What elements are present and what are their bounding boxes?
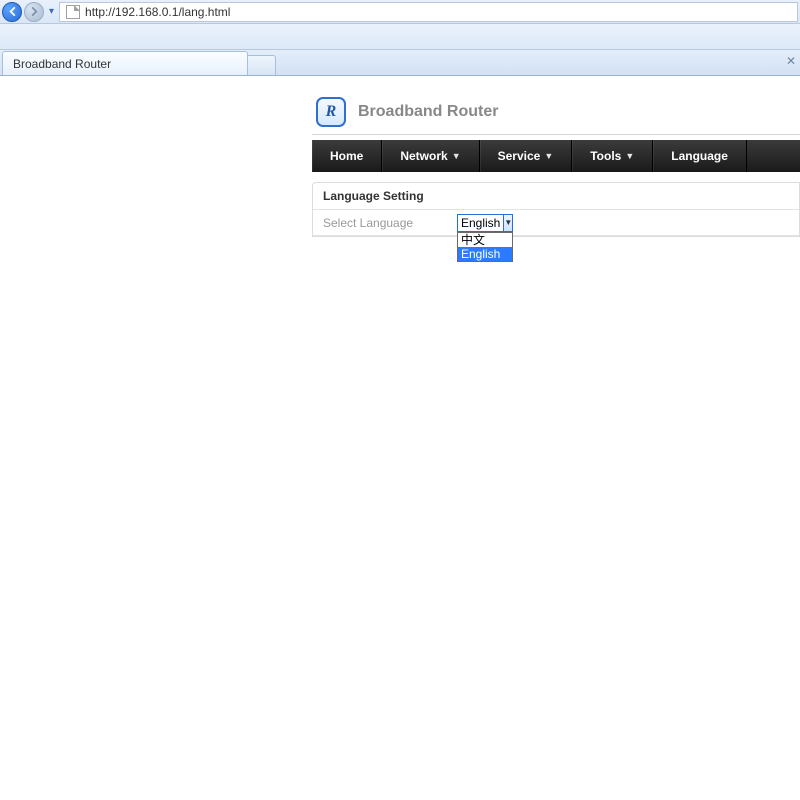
nav-tools[interactable]: Tools ▼ (572, 140, 653, 172)
nav-home-label: Home (330, 149, 363, 163)
language-option-zh[interactable]: 中文 (458, 233, 512, 247)
router-logo-letter: R (326, 103, 337, 121)
nav-language[interactable]: Language (653, 140, 747, 172)
router-logo: R (316, 97, 346, 127)
language-select-options: 中文 English (457, 232, 513, 262)
router-page: R Broadband Router Home Network ▼ Servic… (0, 76, 800, 138)
browser-toolbar: ▾ http://192.168.0.1/lang.html (0, 0, 800, 24)
chevron-down-icon: ▼ (625, 151, 634, 161)
tab-close-icon[interactable]: ✕ (786, 54, 796, 68)
router-navbar: Home Network ▼ Service ▼ Tools ▼ Languag… (312, 140, 800, 172)
browser-tab-title: Broadband Router (13, 57, 111, 71)
page-icon (66, 5, 80, 19)
nav-service-label: Service (498, 149, 541, 163)
browser-command-bar (0, 24, 800, 50)
language-option-en[interactable]: English (458, 247, 512, 261)
router-title: Broadband Router (358, 103, 498, 121)
nav-service[interactable]: Service ▼ (480, 140, 573, 172)
address-bar-text: http://192.168.0.1/lang.html (85, 5, 230, 19)
header-divider (312, 134, 800, 136)
router-header: R Broadband Router (316, 94, 800, 138)
table-row: Select Language English ▼ 中文 English (313, 210, 799, 236)
nav-network[interactable]: Network ▼ (382, 140, 479, 172)
dropdown-button-icon[interactable]: ▼ (503, 215, 512, 231)
recent-pages-dropdown-icon[interactable]: ▾ (46, 6, 57, 17)
language-panel: Language Setting Select Language English… (312, 182, 800, 237)
nav-language-label: Language (671, 149, 728, 163)
nav-network-label: Network (400, 149, 447, 163)
new-tab-button[interactable] (248, 55, 276, 75)
chevron-down-icon: ▼ (452, 151, 461, 161)
browser-tab-strip: Broadband Router ✕ (0, 50, 800, 76)
nav-home[interactable]: Home (312, 140, 382, 172)
address-bar[interactable]: http://192.168.0.1/lang.html (59, 2, 798, 22)
browser-tab-active[interactable]: Broadband Router (2, 51, 248, 75)
panel-heading: Language Setting (313, 183, 799, 210)
language-select[interactable]: English ▼ (457, 214, 513, 232)
language-select-value: English (458, 215, 503, 231)
select-language-label: Select Language (313, 216, 457, 230)
back-button[interactable] (2, 2, 22, 22)
chevron-down-icon: ▼ (544, 151, 553, 161)
forward-button[interactable] (24, 2, 44, 22)
nav-tools-label: Tools (590, 149, 621, 163)
